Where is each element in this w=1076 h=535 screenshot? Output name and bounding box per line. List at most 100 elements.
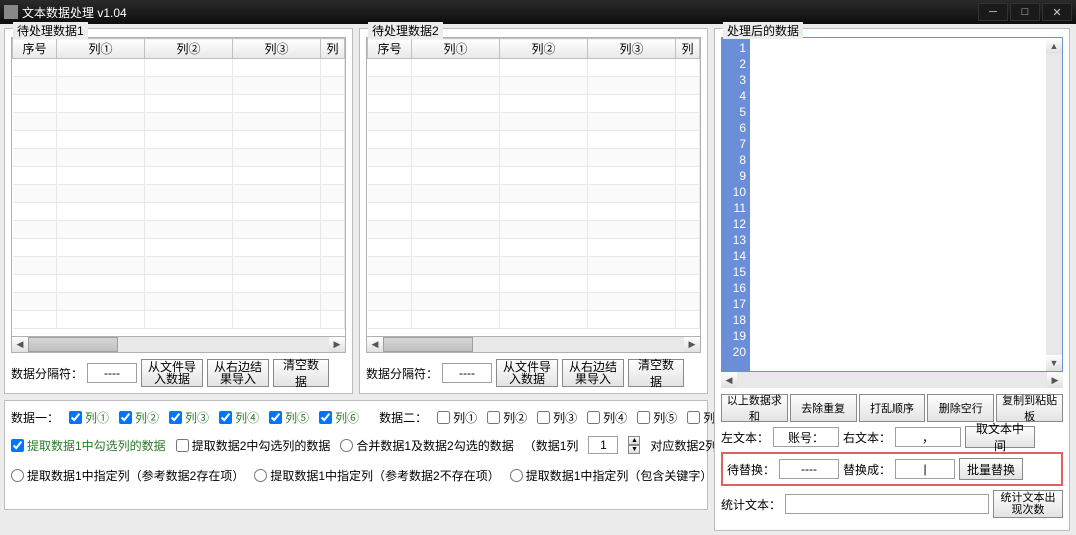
replace-src-input[interactable]	[779, 459, 839, 479]
table-row[interactable]	[368, 59, 700, 77]
table-row[interactable]	[13, 131, 345, 149]
data2-table[interactable]: 序号 列① 列② 列③ 列	[366, 37, 701, 337]
spin-down-icon[interactable]: ▼	[628, 445, 640, 454]
minimize-button[interactable]: ─	[978, 3, 1008, 21]
data1-col-header[interactable]: 列①	[57, 39, 145, 59]
keyword-radio[interactable]	[510, 469, 523, 482]
table-row[interactable]	[368, 221, 700, 239]
left-text-input[interactable]	[773, 427, 839, 447]
table-row[interactable]	[368, 293, 700, 311]
data2-col4-checkbox[interactable]	[587, 411, 600, 424]
data2-hscrollbar[interactable]: ◀ ▶	[366, 337, 701, 353]
data2-col6-checkbox[interactable]	[687, 411, 700, 424]
data1-col5-checkbox[interactable]	[269, 411, 282, 424]
data2-col1-checkbox[interactable]	[437, 411, 450, 424]
data1-col1-checkbox[interactable]	[69, 411, 82, 424]
data2-col-header[interactable]: 列②	[500, 39, 588, 59]
data2-col-header[interactable]: 列①	[412, 39, 500, 59]
stat-count-button[interactable]: 统计文本出现次数	[993, 490, 1063, 518]
data1-col-header[interactable]: 列	[321, 39, 345, 59]
extract-data2-checkbox[interactable]	[176, 439, 189, 452]
maximize-button[interactable]: □	[1010, 3, 1040, 21]
table-row[interactable]	[368, 167, 700, 185]
table-row[interactable]	[13, 77, 345, 95]
table-row[interactable]	[13, 221, 345, 239]
table-row[interactable]	[13, 185, 345, 203]
data2-col3-checkbox[interactable]	[537, 411, 550, 424]
data2-col-header[interactable]: 列	[676, 39, 700, 59]
extract-data1-checkbox[interactable]	[11, 439, 24, 452]
editor-text-area[interactable]	[750, 38, 1046, 371]
sum-button[interactable]: 以上数据求和	[721, 394, 788, 422]
data1-col2-checkbox[interactable]	[119, 411, 132, 424]
scroll-left-icon[interactable]: ◀	[367, 337, 383, 352]
data2-separator-input[interactable]	[442, 363, 492, 383]
result-vscrollbar[interactable]: ▲ ▼	[1046, 38, 1062, 371]
data1-col6-checkbox[interactable]	[319, 411, 332, 424]
table-row[interactable]	[13, 149, 345, 167]
merge-radio[interactable]	[340, 439, 353, 452]
table-row[interactable]	[368, 311, 700, 329]
table-row[interactable]	[13, 167, 345, 185]
table-row[interactable]	[368, 77, 700, 95]
table-row[interactable]	[13, 59, 345, 77]
ref-notin-radio[interactable]	[254, 469, 267, 482]
batch-replace-button[interactable]: 批量替换	[959, 458, 1023, 480]
scroll-left-icon[interactable]: ◀	[721, 372, 737, 388]
data1-col-header[interactable]: 列③	[233, 39, 321, 59]
table-row[interactable]	[368, 203, 700, 221]
merge-col1-input[interactable]	[588, 436, 618, 454]
stat-text-input[interactable]	[785, 494, 989, 514]
extract-mid-button[interactable]: 取文本中间	[965, 426, 1035, 448]
data1-col-header[interactable]: 序号	[13, 39, 57, 59]
spin-up-icon[interactable]: ▲	[628, 436, 640, 445]
table-row[interactable]	[368, 95, 700, 113]
data2-col5-checkbox[interactable]	[637, 411, 650, 424]
table-row[interactable]	[13, 293, 345, 311]
table-row[interactable]	[368, 185, 700, 203]
table-row[interactable]	[13, 95, 345, 113]
table-row[interactable]	[13, 113, 345, 131]
copy-clipboard-button[interactable]: 复制到粘贴板	[996, 394, 1063, 422]
data1-hscrollbar[interactable]: ◀ ▶	[11, 337, 346, 353]
scroll-down-icon[interactable]: ▼	[1046, 355, 1062, 371]
scroll-right-icon[interactable]: ▶	[1047, 372, 1063, 388]
data2-import-right-button[interactable]: 从右边结果导入	[562, 359, 624, 387]
data1-import-file-button[interactable]: 从文件导入数据	[141, 359, 203, 387]
data2-clear-button[interactable]: 清空数据	[628, 359, 684, 387]
replace-dst-input[interactable]	[895, 459, 955, 479]
table-row[interactable]	[368, 113, 700, 131]
scroll-thumb[interactable]	[28, 337, 118, 352]
data1-col3-checkbox[interactable]	[169, 411, 182, 424]
close-button[interactable]: ✕	[1042, 3, 1072, 21]
right-text-input[interactable]	[895, 427, 961, 447]
table-row[interactable]	[368, 149, 700, 167]
table-row[interactable]	[13, 275, 345, 293]
scroll-right-icon[interactable]: ▶	[684, 337, 700, 352]
data1-clear-button[interactable]: 清空数据	[273, 359, 329, 387]
table-row[interactable]	[368, 275, 700, 293]
data1-col-header[interactable]: 列②	[145, 39, 233, 59]
shuffle-button[interactable]: 打乱顺序	[859, 394, 926, 422]
table-row[interactable]	[13, 203, 345, 221]
dedup-button[interactable]: 去除重复	[790, 394, 857, 422]
table-row[interactable]	[13, 311, 345, 329]
table-row[interactable]	[368, 257, 700, 275]
scroll-thumb[interactable]	[383, 337, 473, 352]
result-hscrollbar[interactable]: ◀ ▶	[721, 372, 1063, 388]
data1-table[interactable]: 序号 列① 列② 列③ 列	[11, 37, 346, 337]
table-row[interactable]	[13, 239, 345, 257]
scroll-right-icon[interactable]: ▶	[329, 337, 345, 352]
data2-col2-checkbox[interactable]	[487, 411, 500, 424]
data2-col-header[interactable]: 列③	[588, 39, 676, 59]
table-row[interactable]	[368, 131, 700, 149]
result-editor[interactable]: 1234567891011121314151617181920 ▲ ▼	[721, 37, 1063, 372]
ref-in-radio[interactable]	[11, 469, 24, 482]
data1-col4-checkbox[interactable]	[219, 411, 232, 424]
data2-import-file-button[interactable]: 从文件导入数据	[496, 359, 558, 387]
scroll-up-icon[interactable]: ▲	[1046, 38, 1062, 54]
data1-separator-input[interactable]	[87, 363, 137, 383]
scroll-left-icon[interactable]: ◀	[12, 337, 28, 352]
data2-col-header[interactable]: 序号	[368, 39, 412, 59]
trim-blank-button[interactable]: 删除空行	[927, 394, 994, 422]
